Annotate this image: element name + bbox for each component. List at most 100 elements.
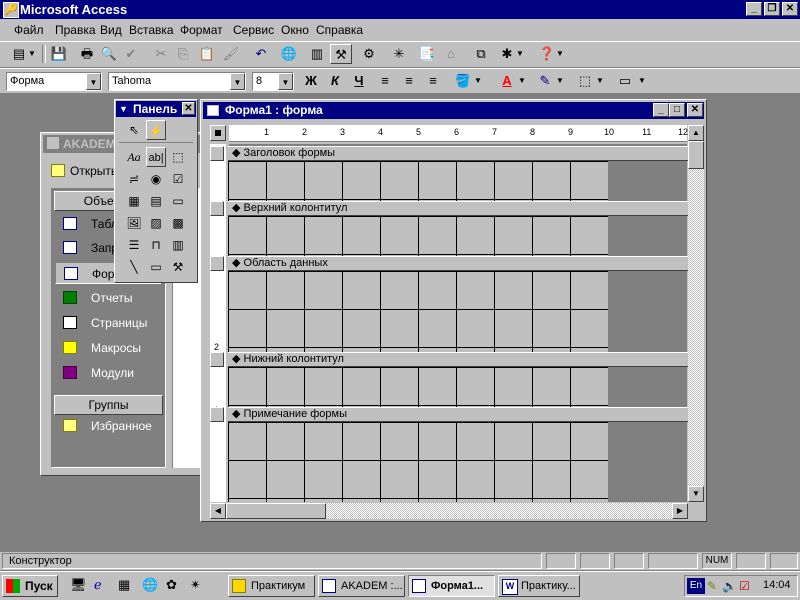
- line-tool-icon[interactable]: ╲: [124, 257, 144, 277]
- language-indicator[interactable]: En: [687, 578, 705, 594]
- chevron-down-icon[interactable]: ▼: [230, 73, 245, 90]
- section-bar-detail[interactable]: ◆ Область данных: [228, 256, 688, 271]
- toolbox-menu-arrow-icon[interactable]: ▼: [119, 101, 128, 117]
- menu-format[interactable]: Формат: [180, 23, 223, 37]
- properties-icon[interactable]: 📑: [416, 44, 438, 64]
- start-button[interactable]: Пуск: [2, 575, 58, 597]
- groups-button[interactable]: Группы: [54, 395, 163, 415]
- task-practicum-folder[interactable]: Практикум: [228, 575, 315, 597]
- format-painter-icon[interactable]: 🖌: [220, 44, 242, 64]
- chevron-down-icon[interactable]: ▼: [86, 73, 101, 90]
- copy-icon[interactable]: ⎘: [172, 44, 194, 64]
- chevron-down-icon[interactable]: ▼: [278, 73, 293, 90]
- nav-item-modules[interactable]: Модули: [55, 362, 161, 384]
- task-form1[interactable]: Форма1...: [408, 575, 495, 597]
- tray-app-icon[interactable]: ✎: [707, 579, 717, 593]
- page-break-icon[interactable]: ☰: [124, 235, 144, 255]
- dropdown-arrow-icon[interactable]: ▼: [636, 71, 648, 91]
- rectangle-tool-icon[interactable]: ▭: [146, 257, 166, 277]
- more-controls-icon[interactable]: ⚒: [168, 257, 188, 277]
- menu-window[interactable]: Окно: [281, 23, 309, 37]
- section-selector-page-footer[interactable]: [210, 352, 224, 367]
- toolbox-toggle-icon[interactable]: ⚒: [330, 44, 352, 64]
- bound-object-frame-icon[interactable]: ▩: [168, 213, 188, 233]
- label-tool-icon[interactable]: Aa: [124, 147, 144, 167]
- underline-button[interactable]: Ч: [348, 71, 370, 91]
- command-button-icon[interactable]: ▭: [168, 191, 188, 211]
- form-selector[interactable]: [210, 125, 226, 141]
- toolbox-close-button[interactable]: ✕: [182, 102, 195, 115]
- close-button[interactable]: ✕: [782, 2, 798, 16]
- code-icon[interactable]: ✳: [388, 44, 410, 64]
- app-icon[interactable]: ✴: [190, 577, 206, 593]
- scroll-right-button[interactable]: ▶: [672, 503, 688, 519]
- nav-item-macros[interactable]: Макросы: [55, 337, 161, 359]
- check-box-icon[interactable]: ☑: [168, 169, 188, 189]
- horizontal-scrollbar[interactable]: ◀ ▶: [210, 503, 688, 519]
- vertical-ruler[interactable]: 1 2: [210, 144, 226, 502]
- task-akadem[interactable]: AKADEM :...: [318, 575, 405, 597]
- detail-grid[interactable]: [228, 271, 608, 352]
- control-wizards-icon[interactable]: ⚡: [146, 120, 166, 140]
- line-color-icon[interactable]: ✎: [534, 71, 556, 91]
- section-bar-form-footer[interactable]: ◆ Примечание формы: [228, 407, 688, 422]
- scroll-thumb[interactable]: [688, 141, 704, 169]
- nav-item-pages[interactable]: Страницы: [55, 312, 161, 334]
- dropdown-arrow-icon[interactable]: ▼: [472, 71, 484, 91]
- save-icon[interactable]: 💾: [48, 44, 70, 64]
- align-left-icon[interactable]: ≡: [374, 71, 396, 91]
- volume-icon[interactable]: 🔈: [722, 579, 737, 593]
- section-selector-page-header[interactable]: [210, 201, 224, 216]
- desktop-icon[interactable]: 🖥: [70, 577, 87, 593]
- paste-icon[interactable]: 📋: [196, 44, 218, 64]
- dropdown-arrow-icon[interactable]: ▼: [554, 71, 566, 91]
- field-list-icon[interactable]: ▥: [306, 44, 328, 64]
- special-effect-icon[interactable]: ▭: [614, 71, 636, 91]
- scroll-thumb[interactable]: [226, 503, 326, 519]
- align-center-icon[interactable]: ≡: [398, 71, 420, 91]
- option-group-icon[interactable]: ⬚: [168, 147, 188, 167]
- textbox-tool-icon[interactable]: ab|: [146, 147, 166, 167]
- menu-help[interactable]: Справка: [316, 23, 363, 37]
- browser-icon[interactable]: ℯ: [94, 577, 110, 593]
- hyperlink-icon[interactable]: 🌐: [278, 44, 300, 64]
- autoformat-icon[interactable]: ⚙: [358, 44, 380, 64]
- option-button-icon[interactable]: ◉: [146, 169, 166, 189]
- form-close-button[interactable]: ✕: [687, 103, 703, 117]
- flower-icon[interactable]: ✿: [166, 577, 182, 593]
- dropdown-arrow-icon[interactable]: ▼: [516, 71, 528, 91]
- vertical-scrollbar[interactable]: ▲ ▼: [688, 125, 704, 502]
- section-bar-page-header[interactable]: ◆ Верхний колонтитул: [228, 201, 688, 216]
- menu-tools[interactable]: Сервис: [233, 23, 274, 37]
- tab-control-icon[interactable]: ⊓: [146, 235, 166, 255]
- calculator-icon[interactable]: ▦: [118, 577, 134, 593]
- section-selector-detail[interactable]: [210, 256, 224, 271]
- form-minimize-button[interactable]: _: [653, 103, 669, 117]
- fill-color-icon[interactable]: 🪣: [452, 71, 474, 91]
- database-window-icon[interactable]: ⧉: [470, 44, 492, 64]
- form-maximize-button[interactable]: □: [669, 103, 685, 117]
- cut-icon[interactable]: ✂: [150, 44, 172, 64]
- form-footer-grid[interactable]: [228, 422, 608, 502]
- undo-icon[interactable]: ↶: [250, 44, 272, 64]
- clock[interactable]: 14:04: [763, 579, 791, 591]
- section-selector-footer[interactable]: [210, 407, 224, 422]
- combo-box-icon[interactable]: ▦: [124, 191, 144, 211]
- section-bar-form-header[interactable]: ◆ Заголовок формы: [228, 146, 688, 161]
- section-selector-header[interactable]: [210, 146, 224, 161]
- object-select[interactable]: Форма ▼: [6, 72, 102, 91]
- nav-item-reports[interactable]: Отчеты: [55, 287, 161, 309]
- dropdown-arrow-icon[interactable]: ▼: [594, 71, 606, 91]
- menu-insert[interactable]: Вставка: [129, 23, 174, 37]
- bold-button[interactable]: Ж: [300, 71, 322, 91]
- print-preview-icon[interactable]: 🔍: [98, 44, 120, 64]
- scroll-down-button[interactable]: ▼: [688, 486, 704, 502]
- scroll-up-button[interactable]: ▲: [688, 125, 704, 141]
- align-right-icon[interactable]: ≡: [422, 71, 444, 91]
- dropdown-arrow-icon[interactable]: ▼: [554, 44, 566, 64]
- globe-icon[interactable]: 🌐: [142, 577, 158, 593]
- font-select[interactable]: Tahoma ▼: [108, 72, 246, 91]
- form-header-grid[interactable]: [228, 161, 608, 201]
- access-key-icon[interactable]: 🔑: [3, 2, 19, 18]
- menu-view[interactable]: Вид: [100, 23, 122, 37]
